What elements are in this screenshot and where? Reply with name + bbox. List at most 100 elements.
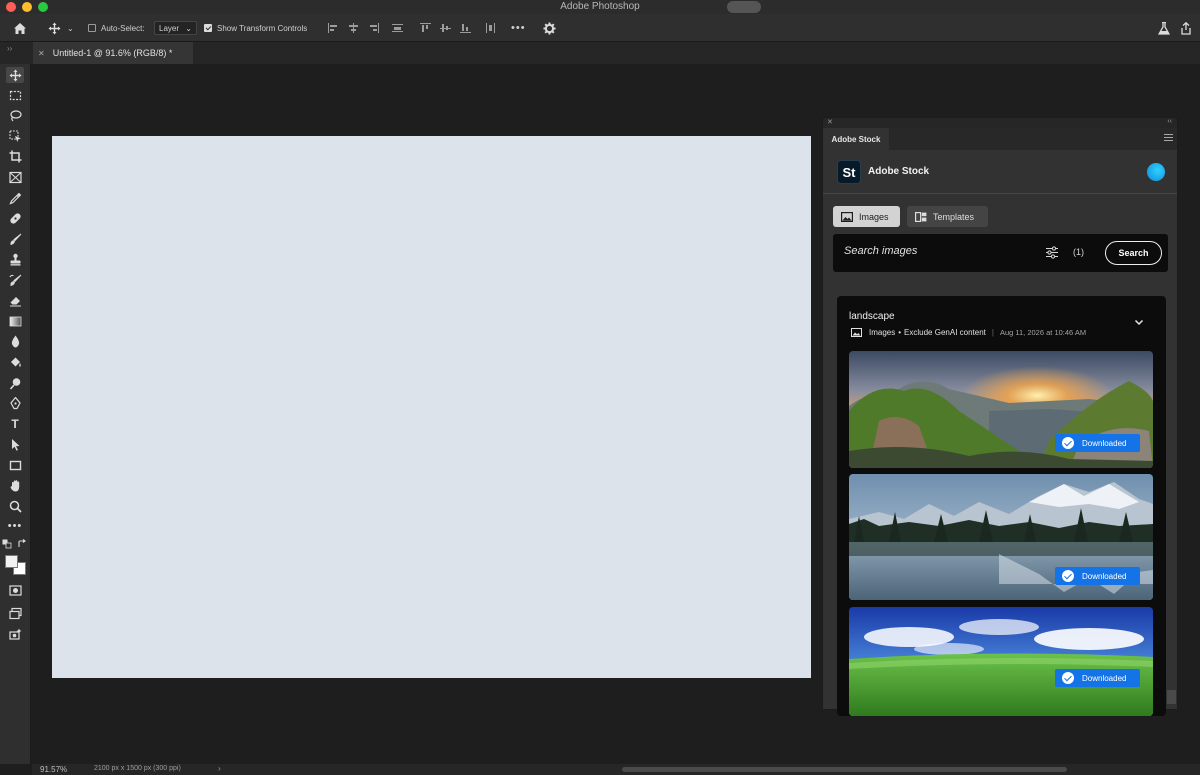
path-selection-tool[interactable] <box>6 436 24 452</box>
downloaded-label: Downloaded <box>1082 571 1127 581</box>
eraser-tool[interactable] <box>6 292 24 308</box>
default-colors-icon[interactable] <box>2 539 12 549</box>
marquee-tool[interactable] <box>6 87 24 103</box>
quick-mask-button[interactable] <box>6 582 24 598</box>
lasso-tool[interactable] <box>6 107 24 123</box>
move-tool-preset[interactable] <box>48 14 61 42</box>
gear-icon <box>543 22 556 34</box>
crop-tool[interactable] <box>6 148 24 164</box>
document-canvas[interactable] <box>52 136 811 678</box>
tab-untitled-1[interactable]: ✕ Untitled-1 @ 91.6% (RGB/8) * <box>33 42 193 64</box>
edit-toolbar-button[interactable]: ••• <box>6 518 24 534</box>
gradient-tool[interactable] <box>6 313 24 329</box>
eyedropper-tool[interactable] <box>6 190 24 206</box>
images-type-button[interactable]: Images <box>833 206 900 227</box>
show-transform-controls-checkbox[interactable]: Show Transform Controls <box>204 14 307 42</box>
screen-mode-button[interactable] <box>6 605 24 621</box>
checkbox-icon <box>88 24 96 32</box>
drop-icon <box>11 335 19 347</box>
document-tab-title: Untitled-1 @ 91.6% (RGB/8) * <box>52 48 173 58</box>
filter-sliders-icon[interactable] <box>1045 246 1059 259</box>
quick-mask-icon <box>8 584 22 596</box>
search-results-group: landscape Images • Exclude GenAI content… <box>837 296 1166 716</box>
image-icon <box>841 211 853 222</box>
history-brush-icon <box>9 274 21 286</box>
frame-tool[interactable] <box>6 169 24 185</box>
history-brush-tool[interactable] <box>6 272 24 288</box>
chevron-down-icon[interactable] <box>1133 316 1145 328</box>
avatar[interactable] <box>1147 163 1165 181</box>
templates-type-button[interactable]: Templates <box>907 206 988 227</box>
zoom-level[interactable]: 91.57% <box>40 765 67 774</box>
settings-button[interactable] <box>543 14 556 42</box>
collapse-panel-icon[interactable]: ‹‹ <box>1167 118 1172 125</box>
check-circle-icon <box>1062 437 1074 449</box>
dodge-icon <box>9 377 20 390</box>
spot-healing-tool[interactable] <box>6 210 24 226</box>
check-circle-icon <box>1062 672 1074 684</box>
status-menu-arrow[interactable]: › <box>218 764 221 773</box>
landscape-image <box>849 607 1153 716</box>
close-icon[interactable]: ✕ <box>38 49 45 58</box>
search-input[interactable] <box>844 245 1024 257</box>
marquee-icon <box>9 90 21 100</box>
beta-features-button[interactable] <box>1158 14 1170 42</box>
blur-tool[interactable] <box>6 333 24 349</box>
move-icon <box>48 22 61 34</box>
foreground-color-swatch[interactable] <box>5 555 18 568</box>
adobe-stock-logo: St <box>837 160 861 184</box>
gradient-icon <box>9 316 21 326</box>
adobe-stock-panel: ✕ ‹‹ Adobe Stock St Adobe Stock Images T… <box>822 117 1178 716</box>
flask-icon <box>1158 21 1170 35</box>
title-bar: Adobe Photoshop <box>0 0 1200 14</box>
hand-tool[interactable] <box>6 477 24 493</box>
rectangle-tool[interactable] <box>6 457 24 473</box>
dodge-tool[interactable] <box>6 354 24 370</box>
type-icon: T <box>11 417 19 431</box>
align-vertical-centers-icon[interactable] <box>440 23 451 33</box>
auto-select-checkbox[interactable]: Auto-Select: <box>88 14 145 42</box>
share-button[interactable] <box>1180 14 1192 42</box>
app-title: Adobe Photoshop <box>560 1 640 12</box>
panel-scrollbar[interactable] <box>1167 690 1176 704</box>
clone-stamp-tool[interactable] <box>6 251 24 267</box>
align-horizontal-centers-icon[interactable] <box>348 23 359 33</box>
stock-header: St Adobe Stock <box>823 150 1177 194</box>
eraser-icon <box>9 296 21 306</box>
check-circle-icon <box>1062 570 1074 582</box>
collapse-toolbar-icon[interactable]: ›› <box>7 44 12 53</box>
move-tool[interactable] <box>6 67 24 83</box>
home-icon <box>14 22 26 34</box>
burn-tool[interactable] <box>6 375 24 391</box>
brush-tool[interactable] <box>6 231 24 247</box>
distribute-horizontal-icon[interactable] <box>485 23 496 33</box>
panel-menu-icon[interactable] <box>1164 134 1173 141</box>
type-tool[interactable]: T <box>6 416 24 432</box>
tab-adobe-stock[interactable]: Adobe Stock <box>823 128 889 150</box>
chevron-down-icon[interactable]: ⌄ <box>67 14 74 42</box>
close-icon[interactable]: ✕ <box>827 118 833 126</box>
align-top-edges-icon[interactable] <box>420 23 431 33</box>
generative-fill-button[interactable] <box>6 626 24 642</box>
stock-thumbnail[interactable]: Downloaded <box>849 351 1153 468</box>
stock-thumbnail[interactable]: Downloaded <box>849 474 1153 600</box>
object-selection-tool[interactable] <box>6 128 24 144</box>
auto-select-target-value: Layer <box>159 23 180 33</box>
tools-panel: T ••• <box>0 64 31 764</box>
align-bottom-edges-icon[interactable] <box>460 23 471 33</box>
zoom-tool[interactable] <box>6 498 24 514</box>
more-options-button[interactable]: ••• <box>511 14 526 42</box>
align-right-edges-icon[interactable] <box>368 23 379 33</box>
search-query: landscape <box>849 311 895 322</box>
stock-thumbnail[interactable]: Downloaded <box>849 607 1153 716</box>
search-button[interactable]: Search <box>1105 241 1162 265</box>
align-left-edges-icon[interactable] <box>328 23 339 33</box>
pen-tool[interactable] <box>6 395 24 411</box>
horizontal-scrollbar[interactable] <box>622 767 1067 772</box>
home-button[interactable] <box>13 14 27 42</box>
auto-select-label: Auto-Select: <box>101 23 145 33</box>
distribute-vertical-icon[interactable] <box>392 23 403 33</box>
swap-colors-icon[interactable] <box>17 539 27 549</box>
auto-select-target-dropdown[interactable]: Layer ⌄ <box>154 21 197 35</box>
meta-filter: Exclude GenAI content <box>904 328 986 337</box>
